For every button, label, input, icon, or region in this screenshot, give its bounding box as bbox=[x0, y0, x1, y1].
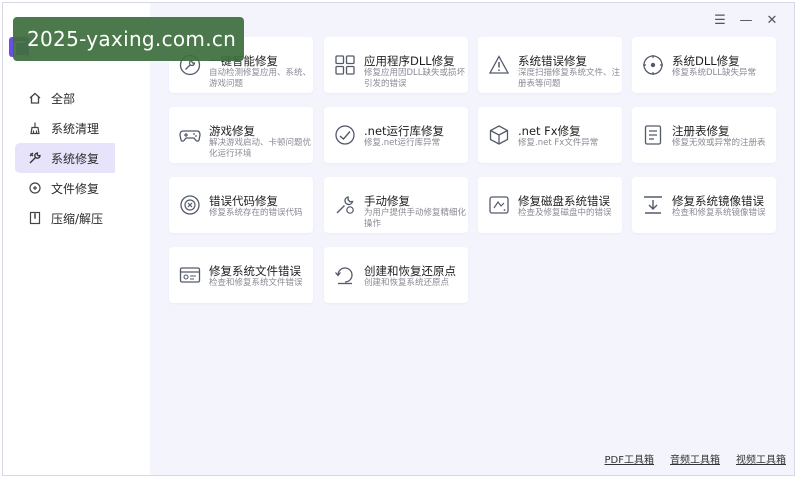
system-file-icon bbox=[179, 264, 201, 286]
restore-point-icon bbox=[334, 264, 356, 286]
footer-links: PDF工具箱 音频工具箱 视频工具箱 bbox=[605, 451, 786, 466]
wrench-icon bbox=[27, 150, 43, 166]
card-title: 修复系统镜像错误 bbox=[672, 194, 764, 208]
card-desc: 修复应用因DLL缺失或损坏引发的错误 bbox=[364, 68, 466, 89]
card-desc: 修复无效或异常的注册表 bbox=[672, 138, 766, 148]
main-panel: ☰ — ✕ 一键智能修复 自动检测修复应用、系统、游戏问题 应用程序DLL修复 … bbox=[150, 3, 794, 475]
card-title: 应用程序DLL修复 bbox=[364, 54, 455, 68]
video-toolbox-link[interactable]: 视频工具箱 bbox=[736, 451, 786, 466]
menu-button[interactable]: ☰ bbox=[712, 12, 728, 28]
target-icon bbox=[642, 54, 664, 76]
card-net-runtime-repair[interactable]: .net运行库修复 修复.net运行库异常 bbox=[324, 107, 468, 163]
card-app-dll-repair[interactable]: 应用程序DLL修复 修复应用因DLL缺失或损坏引发的错误 bbox=[324, 37, 468, 93]
card-desc: 检查和修复系统镜像错误 bbox=[672, 208, 766, 218]
card-desc: 修复系统存在的错误代码 bbox=[209, 208, 303, 218]
zip-icon bbox=[27, 210, 43, 226]
card-title: 修复磁盘系统错误 bbox=[518, 194, 610, 208]
card-manual-repair[interactable]: 手动修复 为用户提供手动修复精细化操作 bbox=[324, 177, 468, 233]
card-system-dll-repair[interactable]: 系统DLL修复 修复系统DLL缺失异常 bbox=[632, 37, 776, 93]
home-icon bbox=[27, 90, 43, 106]
card-desc: 解决游戏启动、卡顿问题优化运行环境 bbox=[209, 138, 312, 159]
sidebar: 全部 系统清理 系统修复 文件修复 压缩/解压 bbox=[3, 3, 150, 475]
card-net-fx-repair[interactable]: .net Fx修复 修复.net Fx文件异常 bbox=[478, 107, 622, 163]
card-title: 创建和恢复还原点 bbox=[364, 264, 456, 278]
card-desc: 自动检测修复应用、系统、游戏问题 bbox=[209, 68, 312, 89]
watermark-overlay: 2025-yaxing.com.cn bbox=[13, 17, 244, 61]
card-title: .net Fx修复 bbox=[518, 124, 581, 138]
card-title: 系统DLL修复 bbox=[672, 54, 740, 68]
card-title: 系统错误修复 bbox=[518, 54, 587, 68]
minimize-button[interactable]: — bbox=[738, 12, 754, 28]
sidebar-item-all[interactable]: 全部 bbox=[15, 83, 150, 113]
image-download-icon bbox=[642, 194, 664, 216]
sidebar-item-system-clean[interactable]: 系统清理 bbox=[15, 113, 150, 143]
manual-tool-icon bbox=[334, 194, 356, 216]
card-desc: 创建和恢复系统还原点 bbox=[364, 278, 450, 288]
app-grid-icon bbox=[334, 54, 356, 76]
sidebar-item-system-repair[interactable]: 系统修复 bbox=[15, 143, 115, 173]
card-title: 游戏修复 bbox=[209, 124, 255, 138]
window-controls: ☰ — ✕ bbox=[712, 12, 780, 28]
cube-icon bbox=[488, 124, 510, 146]
card-game-repair[interactable]: 游戏修复 解决游戏启动、卡顿问题优化运行环境 bbox=[169, 107, 313, 163]
disk-icon bbox=[488, 194, 510, 216]
file-repair-icon bbox=[27, 180, 43, 196]
sidebar-item-label: 全部 bbox=[51, 91, 76, 106]
card-restore-point[interactable]: 创建和恢复还原点 创建和恢复系统还原点 bbox=[324, 247, 468, 303]
card-system-image-repair[interactable]: 修复系统镜像错误 检查和修复系统镜像错误 bbox=[632, 177, 776, 233]
broom-icon bbox=[27, 120, 43, 136]
app-window: 全部 系统清理 系统修复 文件修复 压缩/解压 ☰ — ✕ 一键智能修复 自动检… bbox=[2, 2, 795, 476]
audio-toolbox-link[interactable]: 音频工具箱 bbox=[670, 451, 720, 466]
card-desc: 深度扫描修复系统文件、注册表等问题 bbox=[518, 68, 621, 89]
sidebar-item-label: 压缩/解压 bbox=[51, 211, 104, 226]
card-error-code-repair[interactable]: 错误代码修复 修复系统存在的错误代码 bbox=[169, 177, 313, 233]
warning-icon bbox=[488, 54, 510, 76]
card-title: 错误代码修复 bbox=[209, 194, 278, 208]
sidebar-item-label: 系统修复 bbox=[51, 151, 100, 166]
card-disk-error-repair[interactable]: 修复磁盘系统错误 检查及修复磁盘中的错误 bbox=[478, 177, 622, 233]
pdf-toolbox-link[interactable]: PDF工具箱 bbox=[605, 451, 654, 466]
sidebar-item-label: 系统清理 bbox=[51, 121, 100, 136]
registry-icon bbox=[642, 124, 664, 146]
sidebar-nav: 全部 系统清理 系统修复 文件修复 压缩/解压 bbox=[15, 83, 150, 233]
sidebar-item-compress[interactable]: 压缩/解压 bbox=[15, 203, 150, 233]
card-desc: 修复.net运行库异常 bbox=[364, 138, 441, 148]
card-desc: 为用户提供手动修复精细化操作 bbox=[364, 208, 467, 229]
card-system-file-repair[interactable]: 修复系统文件错误 检查和修复系统文件错误 bbox=[169, 247, 313, 303]
sidebar-item-label: 文件修复 bbox=[51, 181, 100, 196]
close-button[interactable]: ✕ bbox=[764, 12, 780, 28]
card-title: 注册表修复 bbox=[672, 124, 730, 138]
error-code-icon bbox=[179, 194, 201, 216]
gamepad-icon bbox=[179, 124, 201, 146]
card-title: .net运行库修复 bbox=[364, 124, 445, 138]
sidebar-item-file-repair[interactable]: 文件修复 bbox=[15, 173, 150, 203]
net-library-icon bbox=[334, 124, 356, 146]
card-title: 手动修复 bbox=[364, 194, 410, 208]
card-desc: 检查及修复磁盘中的错误 bbox=[518, 208, 612, 218]
card-registry-repair[interactable]: 注册表修复 修复无效或异常的注册表 bbox=[632, 107, 776, 163]
card-desc: 检查和修复系统文件错误 bbox=[209, 278, 303, 288]
card-desc: 修复.net Fx文件异常 bbox=[518, 138, 599, 148]
card-desc: 修复系统DLL缺失异常 bbox=[672, 68, 757, 78]
card-system-error-repair[interactable]: 系统错误修复 深度扫描修复系统文件、注册表等问题 bbox=[478, 37, 622, 93]
card-title: 修复系统文件错误 bbox=[209, 264, 301, 278]
